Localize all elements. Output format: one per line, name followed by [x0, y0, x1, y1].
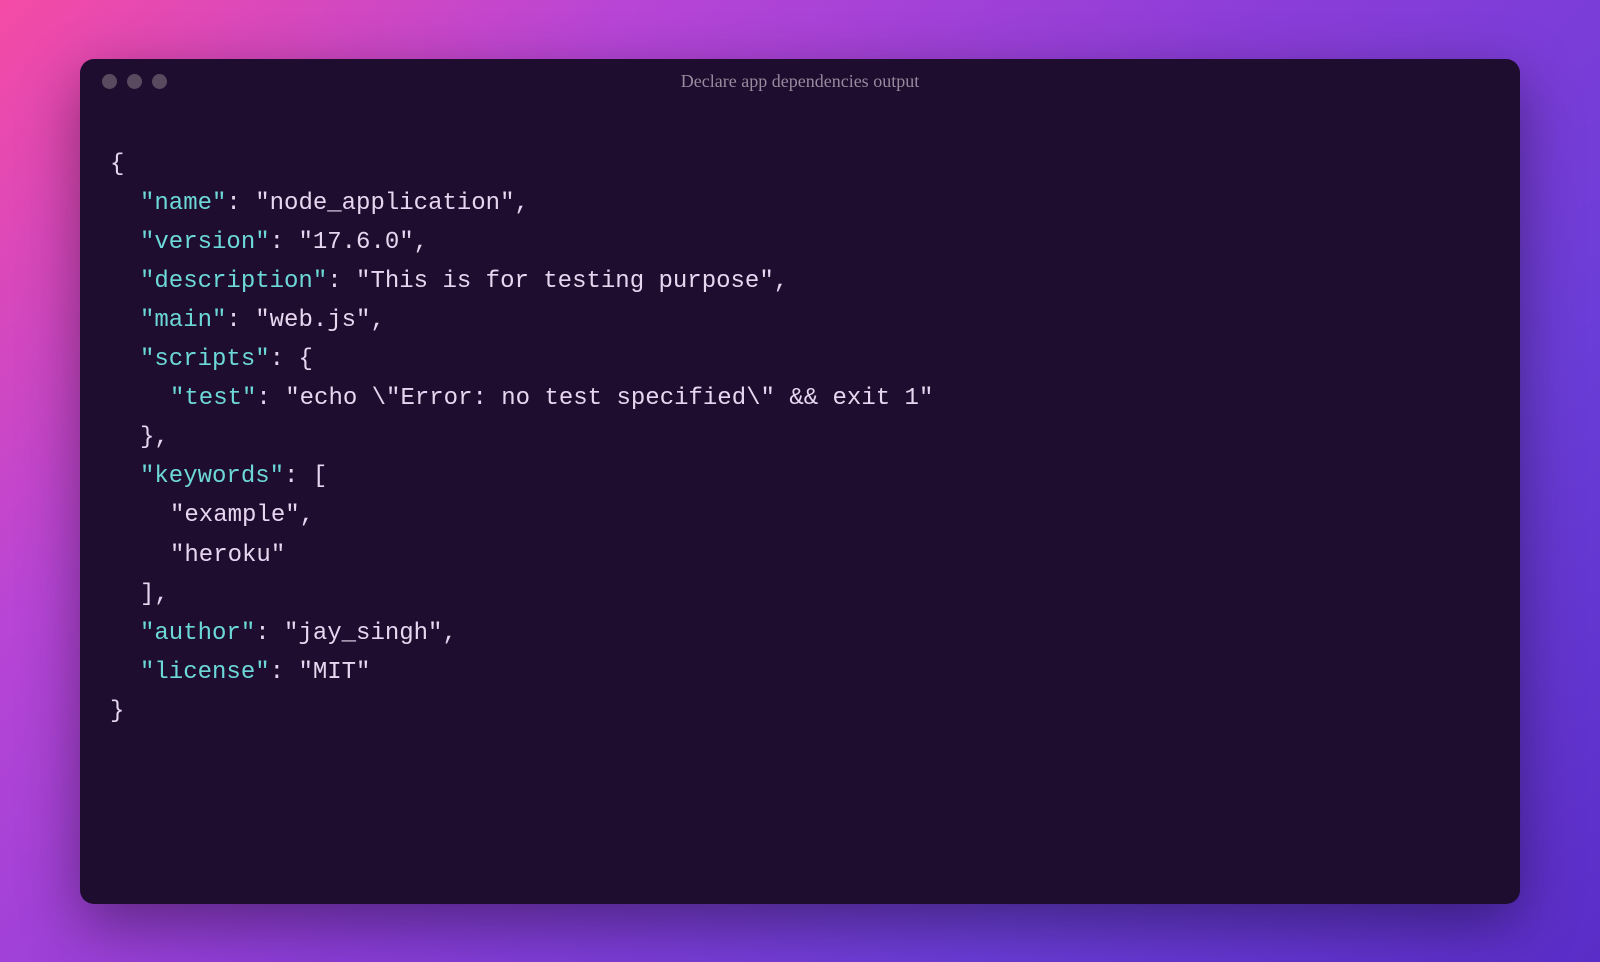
close-icon[interactable] [102, 74, 117, 89]
json-value-version: "17.6.0" [298, 229, 413, 256]
brace-close: } [110, 698, 124, 725]
scripts-brace-open: { [298, 346, 312, 373]
json-value-description: "This is for testing purpose" [356, 268, 774, 295]
keyword-item: "example" [170, 502, 300, 529]
brace-open: { [110, 151, 124, 178]
code-window: Declare app dependencies output { "name"… [80, 59, 1520, 904]
colon: : [226, 190, 255, 217]
json-key-description: "description" [140, 268, 327, 295]
comma: , [154, 424, 168, 451]
code-content: { "name": "node_application", "version":… [80, 105, 1520, 762]
bracket-close: ] [140, 581, 154, 608]
json-key-keywords: "keywords" [140, 463, 284, 490]
colon: : [226, 307, 255, 334]
maximize-icon[interactable] [152, 74, 167, 89]
json-key-main: "main" [140, 307, 226, 334]
minimize-icon[interactable] [127, 74, 142, 89]
comma: , [414, 229, 428, 256]
json-value-author: "jay_singh" [284, 620, 442, 647]
comma: , [514, 190, 528, 217]
json-key-license: "license" [140, 659, 270, 686]
comma: , [154, 581, 168, 608]
json-key-scripts: "scripts" [140, 346, 270, 373]
colon: : [256, 385, 285, 412]
json-value-name: "node_application" [255, 190, 514, 217]
scripts-brace-close: } [140, 424, 154, 451]
json-value-main: "web.js" [255, 307, 370, 334]
json-value-test: "echo \"Error: no test specified\" && ex… [285, 385, 933, 412]
comma: , [300, 502, 314, 529]
comma: , [370, 307, 384, 334]
bracket-open: [ [313, 463, 327, 490]
colon: : [327, 268, 356, 295]
colon: : [284, 463, 313, 490]
json-value-license: "MIT" [298, 659, 370, 686]
comma: , [442, 620, 456, 647]
traffic-lights [102, 74, 167, 89]
colon: : [270, 659, 299, 686]
json-key-version: "version" [140, 229, 270, 256]
keyword-item: "heroku" [170, 542, 285, 569]
json-key-name: "name" [140, 190, 226, 217]
window-title: Declare app dependencies output [681, 71, 919, 92]
json-key-author: "author" [140, 620, 255, 647]
json-key-test: "test" [170, 385, 256, 412]
colon: : [255, 620, 284, 647]
comma: , [774, 268, 788, 295]
colon: : [270, 346, 299, 373]
colon: : [270, 229, 299, 256]
titlebar: Declare app dependencies output [80, 59, 1520, 105]
